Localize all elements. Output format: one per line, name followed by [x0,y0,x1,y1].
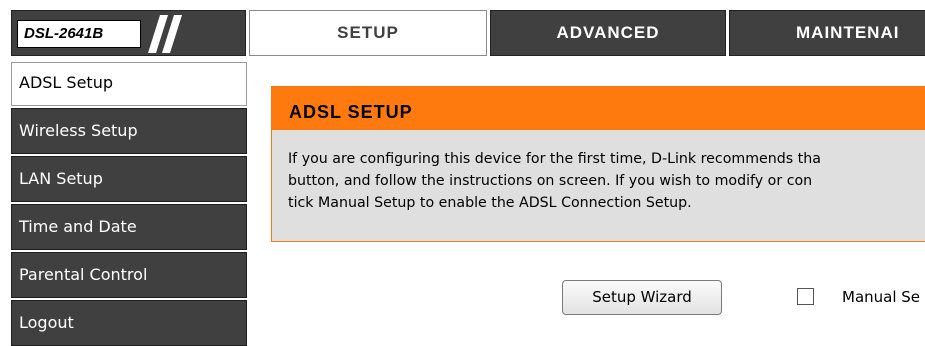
description-line: If you are configuring this device for t… [288,151,821,167]
sidebar-item-adsl-setup[interactable]: ADSL Setup [11,62,247,106]
section-description: If you are configuring this device for t… [272,130,925,214]
sidebar: ADSL Setup Wireless Setup LAN Setup Time… [11,62,249,346]
manual-setup-checkbox[interactable] [797,288,814,305]
tab-setup[interactable]: SETUP [249,10,487,56]
sidebar-item-wireless-setup[interactable]: Wireless Setup [11,108,247,154]
top-navigation: DSL-2641B SETUP ADVANCED MAINTENAI [0,0,925,60]
description-line: button, and follow the instructions on s… [288,173,813,189]
sidebar-item-logout[interactable]: Logout [11,300,247,346]
sidebar-item-parental-control[interactable]: Parental Control [11,252,247,298]
slashes-icon [148,15,182,53]
sidebar-item-lan-setup[interactable]: LAN Setup [11,156,247,202]
tab-maintenance[interactable]: MAINTENAI [729,10,925,56]
adsl-setup-section: ADSL SETUP If you are configuring this d… [271,86,925,242]
setup-wizard-button[interactable]: Setup Wizard [562,280,722,315]
manual-setup-label: Manual Se [842,288,921,306]
device-logo: DSL-2641B [11,10,246,56]
section-title: ADSL SETUP [272,87,925,130]
sidebar-item-time-and-date[interactable]: Time and Date [11,204,247,250]
description-line: tick Manual Setup to enable the ADSL Con… [288,195,692,211]
tab-advanced[interactable]: ADVANCED [490,10,726,56]
model-name: DSL-2641B [17,20,141,48]
